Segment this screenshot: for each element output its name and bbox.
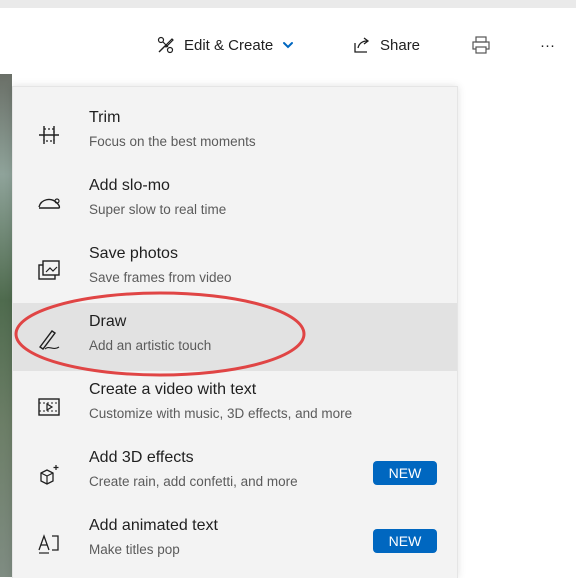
edit-create-menu: Trim Focus on the best moments Add slo-m… (12, 86, 458, 578)
menu-item-video-text[interactable]: Create a video with text Customize with … (13, 371, 457, 439)
share-button[interactable]: Share (352, 32, 420, 58)
menu-item-subtitle: Add an artistic touch (89, 338, 212, 353)
menu-item-save-photos[interactable]: Save photos Save frames from video (13, 235, 457, 303)
chevron-down-icon (281, 38, 295, 52)
menu-item-subtitle: Create rain, add confetti, and more (89, 474, 298, 489)
print-button[interactable] (470, 32, 492, 58)
menu-item-3d-effects[interactable]: Add 3D effects Create rain, add confetti… (13, 439, 457, 507)
share-icon (352, 35, 372, 55)
menu-item-title: Draw (89, 313, 127, 330)
menu-item-title: Add 3D effects (89, 449, 194, 466)
menu-item-subtitle: Focus on the best moments (89, 134, 256, 149)
edit-create-button[interactable]: Edit & Create (156, 32, 295, 58)
menu-item-title: Save photos (89, 245, 178, 262)
menu-item-animated-text[interactable]: Add animated text Make titles pop NEW (13, 507, 457, 575)
menu-item-subtitle: Customize with music, 3D effects, and mo… (89, 406, 353, 421)
more-label: ··· (540, 36, 555, 54)
menu-item-title: Add slo-mo (89, 177, 170, 194)
photo-preview-edge (0, 74, 12, 577)
edit-create-label: Edit & Create (184, 36, 274, 54)
save-photos-icon (35, 257, 63, 285)
animated-text-icon (35, 529, 63, 557)
3d-effects-icon (35, 461, 63, 489)
menu-item-trim[interactable]: Trim Focus on the best moments (13, 99, 457, 167)
slowmo-icon (35, 189, 63, 217)
menu-item-slowmo[interactable]: Add slo-mo Super slow to real time (13, 167, 457, 235)
top-border (0, 0, 576, 8)
new-badge: NEW (373, 461, 437, 485)
menu-item-subtitle: Make titles pop (89, 542, 180, 557)
more-options-button[interactable]: ··· (540, 32, 555, 58)
trim-icon (35, 121, 63, 149)
menu-item-subtitle: Save frames from video (89, 270, 232, 285)
edit-create-icon (156, 35, 176, 55)
new-badge: NEW (373, 529, 437, 553)
menu-item-draw[interactable]: Draw Add an artistic touch (13, 303, 457, 371)
video-text-icon (35, 393, 63, 421)
menu-item-subtitle: Super slow to real time (89, 202, 227, 217)
print-icon (470, 34, 492, 56)
menu-item-title: Add animated text (89, 517, 218, 534)
menu-item-title: Trim (89, 109, 121, 126)
menu-item-title: Create a video with text (89, 381, 257, 398)
toolbar: Edit & Create Share ··· (0, 8, 576, 74)
draw-icon (35, 325, 63, 353)
share-label: Share (380, 36, 421, 54)
